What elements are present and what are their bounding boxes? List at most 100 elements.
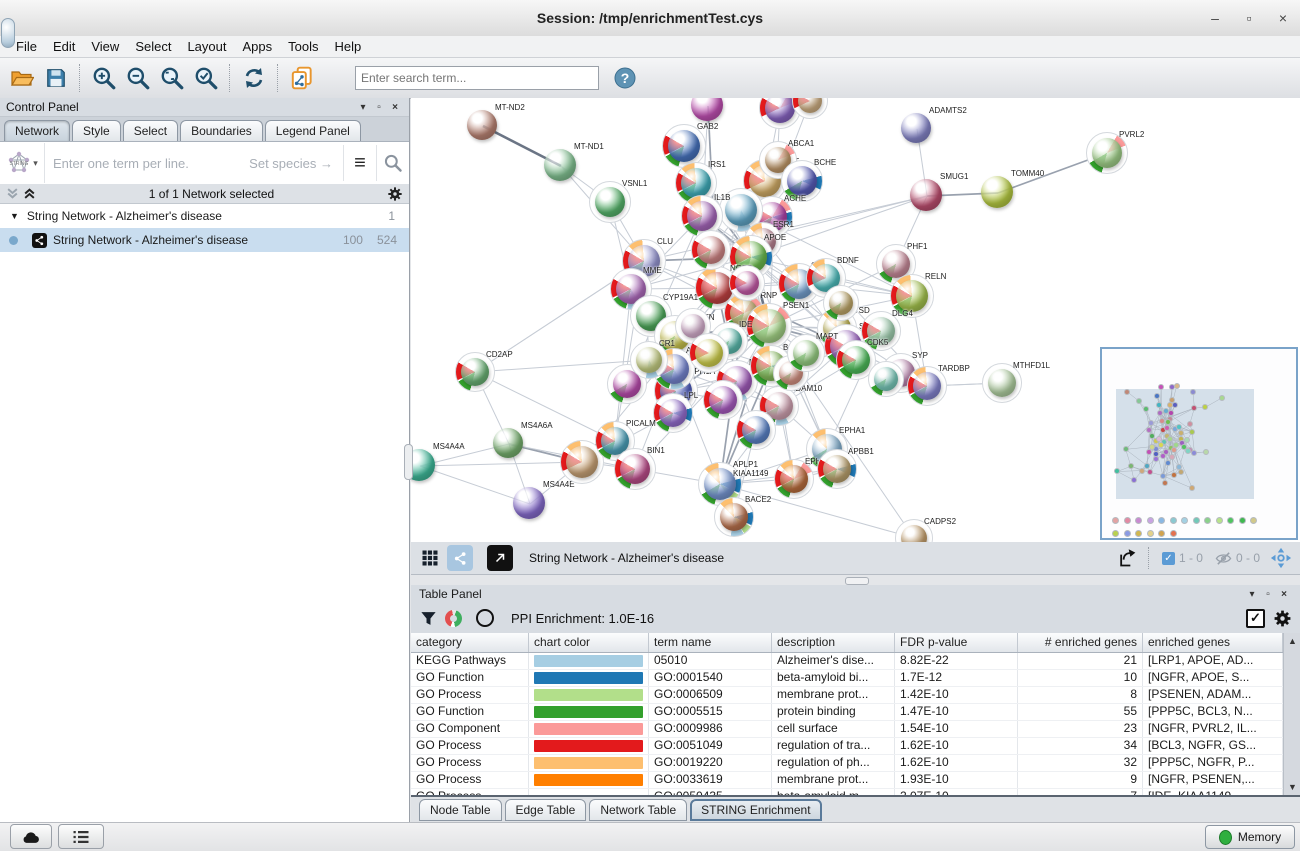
zoom-out-button[interactable] — [122, 62, 154, 94]
column-header-enriched-genes[interactable]: enriched genes — [1143, 633, 1283, 652]
panel-menu-icon[interactable]: ▾ — [355, 102, 371, 113]
tab-edge-table[interactable]: Edge Table — [505, 799, 587, 821]
network-node[interactable] — [513, 487, 547, 521]
scrollbar-thumb[interactable] — [1, 18, 15, 48]
panel-divider-grip[interactable] — [404, 444, 413, 480]
menu-item-view[interactable]: View — [83, 39, 127, 54]
network-collection-row[interactable]: ▼ String Network - Alzheimer's disease 1 — [0, 204, 409, 229]
export-network-button[interactable] — [1114, 545, 1140, 571]
node-label: CYP19A1 — [663, 293, 698, 302]
network-node[interactable] — [736, 410, 776, 450]
table-row[interactable]: GO ProcessGO:0006509membrane prot...1.42… — [411, 687, 1283, 704]
filter-icon[interactable] — [419, 609, 438, 628]
chart-icon[interactable] — [445, 610, 462, 627]
grid-view-button[interactable] — [417, 545, 443, 571]
task-history-button[interactable] — [58, 824, 104, 849]
search-input[interactable] — [355, 66, 599, 90]
clone-network-button[interactable] — [286, 62, 318, 94]
network-node[interactable] — [493, 428, 525, 460]
ring-chart-icon[interactable] — [476, 609, 494, 627]
string-view-button[interactable] — [447, 545, 473, 571]
network-node[interactable] — [910, 179, 944, 213]
network-node[interactable] — [544, 149, 578, 183]
column-header-term-name[interactable]: term name — [649, 633, 772, 652]
panel-menu-icon[interactable]: ▾ — [1244, 589, 1260, 600]
menu-item-layout[interactable]: Layout — [179, 39, 234, 54]
navigate-button[interactable] — [1268, 545, 1294, 571]
tab-legend-panel[interactable]: Legend Panel — [265, 120, 361, 141]
tab-network-table[interactable]: Network Table — [589, 799, 687, 821]
collapse-all-icon[interactable] — [6, 187, 19, 200]
open-session-button[interactable] — [6, 62, 38, 94]
tab-style[interactable]: Style — [72, 120, 121, 141]
tab-node-table[interactable]: Node Table — [419, 799, 502, 821]
network-node[interactable] — [691, 98, 725, 123]
table-row[interactable]: GO FunctionGO:0001540beta-amyloid bi...1… — [411, 670, 1283, 687]
cloud-button[interactable] — [10, 824, 52, 849]
network-node[interactable] — [981, 176, 1015, 210]
menu-item-help[interactable]: Help — [327, 39, 370, 54]
tab-boundaries[interactable]: Boundaries — [180, 120, 263, 141]
column-header-category[interactable]: category — [411, 633, 529, 652]
zoom-selected-button[interactable] — [190, 62, 222, 94]
table-row[interactable]: KEGG Pathways05010Alzheimer's dise...8.8… — [411, 653, 1283, 670]
string-options-button[interactable]: ≡ — [343, 145, 376, 181]
tree-expander-icon[interactable]: ▼ — [10, 211, 19, 221]
panel-close-icon[interactable]: × — [387, 102, 403, 113]
refresh-network-button[interactable] — [238, 62, 270, 94]
network-node[interactable] — [823, 285, 859, 321]
string-protein-query-button[interactable]: STRING ▾ — [0, 143, 45, 183]
tab-network[interactable]: Network — [4, 120, 70, 141]
column-header--enriched-genes[interactable]: # enriched genes — [1018, 633, 1143, 652]
menu-item-tools[interactable]: Tools — [280, 39, 326, 54]
network-node[interactable] — [411, 449, 437, 483]
menu-item-select[interactable]: Select — [127, 39, 179, 54]
zoom-in-button[interactable] — [88, 62, 120, 94]
save-session-button[interactable] — [40, 62, 72, 94]
column-header-description[interactable]: description — [772, 633, 895, 652]
species-hint-label[interactable]: Set species → — [249, 156, 333, 171]
network-canvas[interactable]: MT-ND2MT-ND1VSNL1GAB2IRS1CHATABCA1BCHEAC… — [411, 98, 1300, 543]
network-node[interactable] — [691, 230, 731, 270]
birds-eye-view[interactable] — [1100, 347, 1298, 540]
splitter-grip[interactable] — [845, 577, 869, 585]
vertical-scrollbar[interactable]: ▲ ▼ — [1283, 633, 1300, 795]
minimize-button[interactable]: – — [1198, 0, 1232, 36]
table-row[interactable]: GO ProcessGO:0051049regulation of tra...… — [411, 738, 1283, 755]
table-row[interactable]: GO ProcessGO:0033619membrane prot...1.93… — [411, 772, 1283, 789]
detach-view-button[interactable] — [487, 545, 513, 571]
menu-item-edit[interactable]: Edit — [45, 39, 83, 54]
network-node[interactable] — [689, 333, 729, 373]
table-row[interactable]: GO ComponentGO:0009986cell surface1.54E-… — [411, 721, 1283, 738]
menu-item-apps[interactable]: Apps — [235, 39, 281, 54]
string-query-placeholder[interactable]: Enter one term per line. — [53, 156, 249, 171]
network-node[interactable] — [901, 113, 933, 145]
scroll-down-icon[interactable]: ▼ — [1284, 779, 1300, 795]
table-row[interactable]: GO ProcessGO:0019220regulation of ph...1… — [411, 755, 1283, 772]
network-node[interactable] — [868, 361, 904, 397]
string-search-button[interactable] — [376, 145, 409, 181]
column-header-chart-color[interactable]: chart color — [529, 633, 649, 652]
network-node[interactable] — [467, 110, 499, 142]
memory-button[interactable]: Memory — [1205, 825, 1295, 849]
network-row-selected[interactable]: String Network - Alzheimer's disease 100… — [0, 228, 409, 252]
close-button[interactable]: × — [1266, 0, 1300, 36]
select-terms-checkbox[interactable]: ✓ — [1246, 609, 1265, 628]
zoom-fit-button[interactable] — [156, 62, 188, 94]
tab-select[interactable]: Select — [123, 120, 178, 141]
table-row[interactable]: GO FunctionGO:0005515protein binding1.47… — [411, 704, 1283, 721]
network-node[interactable] — [729, 265, 765, 301]
cell-term-name: GO:0009986 — [649, 721, 772, 737]
maximize-button[interactable]: ▫ — [1232, 0, 1266, 36]
network-node[interactable] — [703, 380, 743, 420]
expand-all-icon[interactable] — [23, 187, 36, 200]
tab-string-enrichment[interactable]: STRING Enrichment — [690, 799, 821, 821]
scroll-up-icon[interactable]: ▲ — [1284, 633, 1300, 649]
panel-float-icon[interactable]: ▫ — [1260, 589, 1276, 600]
gear-icon[interactable] — [387, 186, 403, 202]
column-header-FDR-p-value[interactable]: FDR p-value — [895, 633, 1018, 652]
panel-close-icon[interactable]: × — [1276, 589, 1292, 600]
gear-icon[interactable] — [1273, 609, 1292, 628]
panel-float-icon[interactable]: ▫ — [371, 102, 387, 113]
help-button[interactable]: ? — [609, 62, 641, 94]
